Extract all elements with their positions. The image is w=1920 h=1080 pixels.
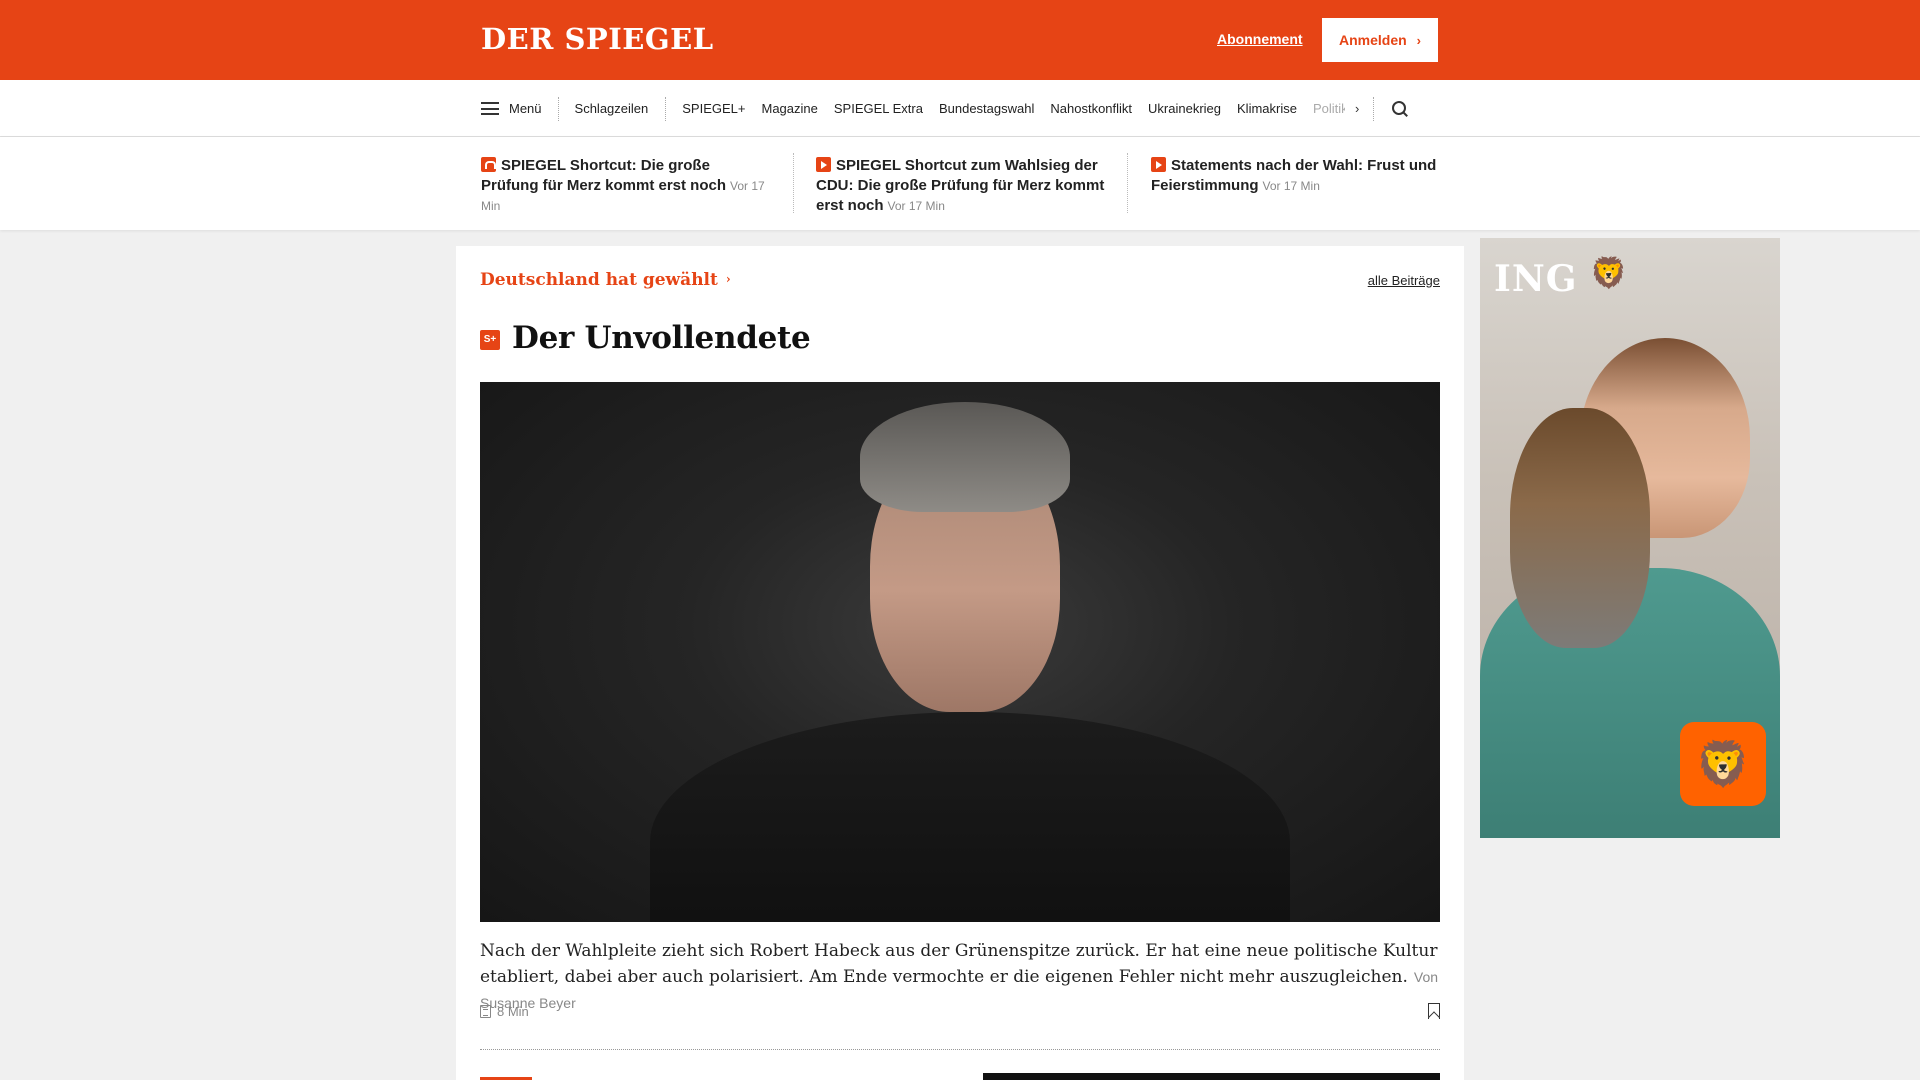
subscription-link[interactable]: Abonnement: [1217, 31, 1303, 47]
teaser-item[interactable]: Statements nach der Wahl: Frust und Feie…: [1151, 156, 1441, 196]
ad-image-dog: [1510, 408, 1650, 648]
menu-label: Menü: [509, 101, 542, 116]
section-link[interactable]: Deutschland hat gewählt ›: [480, 270, 731, 290]
breaking-teaser-strip: SPIEGEL Shortcut: Die große Prüfung für …: [0, 137, 1920, 230]
all-articles-link[interactable]: alle Beiträge: [1368, 273, 1440, 288]
nav-item-bundestagswahl[interactable]: Bundestagswahl: [931, 101, 1042, 116]
nav-item-ukrainekrieg[interactable]: Ukrainekrieg: [1140, 101, 1229, 116]
nav-item-magazine[interactable]: Magazine: [753, 101, 825, 116]
teaser-item[interactable]: SPIEGEL Shortcut: Die große Prüfung für …: [481, 156, 771, 216]
nav-item-spiegel-extra[interactable]: SPIEGEL Extra: [826, 101, 931, 116]
spiegel-plus-badge: S+: [480, 330, 500, 350]
chevron-right-icon: ›: [1416, 32, 1422, 48]
next-article-image[interactable]: [983, 1073, 1440, 1080]
chevron-right-icon[interactable]: ›: [1355, 96, 1375, 121]
divider: [1127, 153, 1128, 213]
site-logo[interactable]: DER SPIEGEL: [481, 22, 714, 56]
menu-button[interactable]: Menü: [481, 96, 559, 121]
login-button-label: Anmelden: [1338, 32, 1407, 48]
read-time-label: 8 Min: [497, 1004, 529, 1019]
bookmark-icon[interactable]: [1428, 1003, 1440, 1019]
teaser-time: Vor 17 Min: [1262, 179, 1320, 193]
nav-item-klimakrise[interactable]: Klimakrise: [1229, 101, 1305, 116]
nav-item-nahostkonflikt[interactable]: Nahostkonflikt: [1042, 101, 1140, 116]
lion-icon: 🦁: [1590, 257, 1628, 290]
video-play-icon: [1151, 157, 1166, 172]
section-title: Deutschland hat gewählt: [480, 270, 718, 290]
teaser-item[interactable]: SPIEGEL Shortcut zum Wahlsieg der CDU: D…: [816, 156, 1110, 216]
divider: [480, 1049, 1440, 1050]
search-icon[interactable]: [1392, 100, 1408, 117]
advertisement[interactable]: ING 🦁 🦁: [1480, 238, 1780, 838]
article-headline[interactable]: Der Unvollendete: [512, 320, 811, 356]
top-header: DER SPIEGEL Abonnement Anmelden ›: [0, 0, 1920, 80]
portrait-jacket: [650, 712, 1290, 922]
divider: [793, 153, 794, 213]
nav-item-schlagzeilen[interactable]: Schlagzeilen: [559, 96, 667, 121]
portrait-hair: [860, 402, 1070, 512]
article-teaser-text: Nach der Wahlpleite zieht sich Robert Ha…: [480, 941, 1438, 987]
teaser-title: SPIEGEL Shortcut: Die große Prüfung für …: [481, 157, 727, 194]
read-time: 8 Min: [480, 1004, 529, 1019]
article-teaser[interactable]: Nach der Wahlpleite zieht sich Robert Ha…: [480, 938, 1440, 1016]
ad-brand-logo: ING: [1494, 258, 1578, 300]
article-hero-image[interactable]: [480, 382, 1440, 922]
chevron-right-icon: ›: [725, 272, 731, 286]
main-navigation: Menü Schlagzeilen SPIEGEL+ Magazine SPIE…: [0, 80, 1920, 137]
teaser-time: Vor 17 Min: [887, 199, 945, 213]
hamburger-icon: [481, 102, 499, 115]
login-button[interactable]: Anmelden ›: [1322, 18, 1438, 62]
document-icon: [480, 1005, 491, 1018]
video-play-icon: [816, 157, 831, 172]
lion-badge-icon: 🦁: [1680, 722, 1766, 806]
teaser-title: SPIEGEL Shortcut zum Wahlsieg der CDU: D…: [816, 157, 1105, 214]
audio-icon: [481, 157, 496, 172]
lead-article-card: Deutschland hat gewählt › alle Beiträge S…: [456, 246, 1464, 1080]
nav-item-politik[interactable]: Politik: [1305, 101, 1345, 116]
nav-item-spiegel-plus[interactable]: SPIEGEL+: [674, 101, 753, 116]
